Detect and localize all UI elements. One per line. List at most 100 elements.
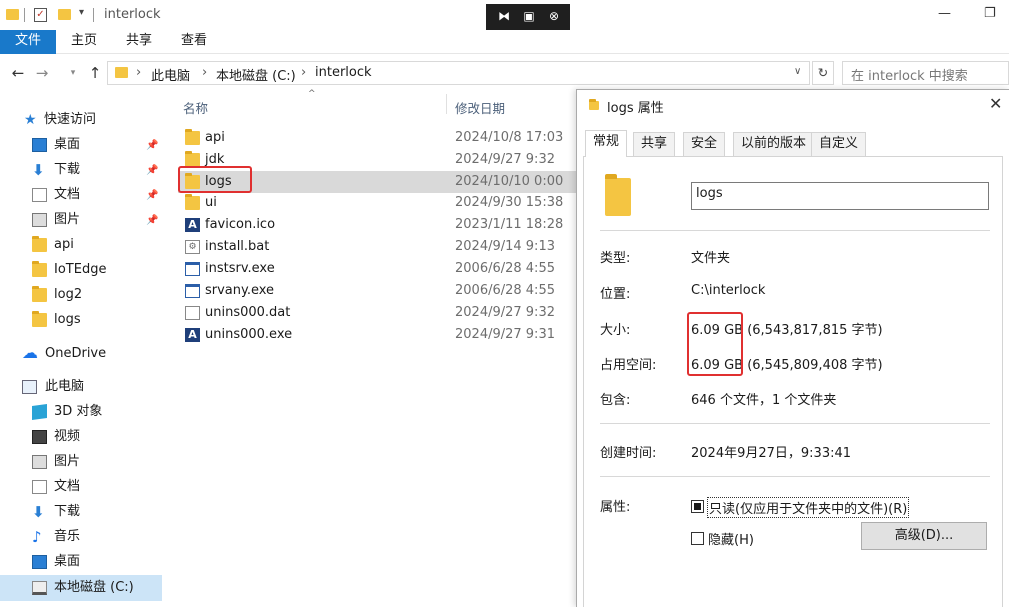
divider xyxy=(600,423,990,424)
tab-previous-versions[interactable]: 以前的版本 xyxy=(733,132,815,156)
download-icon: ⬇ xyxy=(32,503,45,521)
up-icon[interactable]: ↑ xyxy=(85,64,105,82)
tab-general[interactable]: 常规 xyxy=(585,130,628,157)
sidebar-item-onedrive[interactable]: ☁ OneDrive xyxy=(22,343,162,365)
hidden-label[interactable]: 隐藏(H) xyxy=(708,529,754,548)
sidebar-item-desktop[interactable]: 桌面 xyxy=(32,134,162,156)
title-bar: ✓ ▾ interlock ⧓ ▣ ⊗ — ❐ xyxy=(0,0,1009,31)
contains-value: 646 个文件，1 个文件夹 xyxy=(691,393,837,408)
sidebar-item-log2[interactable]: log2 xyxy=(32,284,162,306)
sidebar-item-music[interactable]: ♪ 音乐 xyxy=(32,526,162,548)
sidebar-item-downloads[interactable]: ⬇ 下载 xyxy=(32,159,162,181)
sidebar-item-pc-downloads[interactable]: ⬇ 下载 xyxy=(32,501,162,523)
folder-icon xyxy=(185,194,200,210)
file-row-api[interactable]: api 2024/10/8 17:03 xyxy=(178,127,576,149)
pin-icon[interactable]: 📌 xyxy=(146,165,158,176)
folder-icon xyxy=(185,151,200,167)
back-icon[interactable]: ← xyxy=(8,64,28,82)
folder-name-field[interactable]: logs xyxy=(691,182,989,210)
folder-icon xyxy=(6,9,19,20)
readonly-checkbox[interactable] xyxy=(691,500,704,513)
tab-sharing[interactable]: 共享 xyxy=(633,132,676,156)
contains-label: 包含: xyxy=(600,393,631,408)
sidebar-item-3d-objects[interactable]: 3D 对象 xyxy=(32,401,162,423)
app-icon: A xyxy=(185,218,200,232)
tab-customize[interactable]: 自定义 xyxy=(811,132,867,156)
advanced-button[interactable]: 高级(D)... xyxy=(861,522,987,550)
chevron-right-icon[interactable]: › xyxy=(136,65,141,80)
sidebar-item-api[interactable]: api xyxy=(32,234,162,256)
pin-icon[interactable]: 📌 xyxy=(146,190,158,201)
properties-quick-icon[interactable]: ✓ xyxy=(34,8,47,22)
video-icon xyxy=(32,430,47,444)
tab-home[interactable]: 主页 xyxy=(59,30,109,54)
sidebar-item-documents[interactable]: 文档 xyxy=(32,184,162,206)
window-title: interlock xyxy=(104,7,161,22)
file-row-unins-dat[interactable]: unins000.dat 2024/9/27 9:32 xyxy=(178,302,576,324)
address-row: ← → ▾ ↑ › 此电脑 › 本地磁盘 (C:) › interlock ∨ … xyxy=(0,58,1009,88)
column-header-name[interactable]: 名称 xyxy=(183,98,208,117)
chevron-right-icon[interactable]: › xyxy=(202,65,207,80)
readonly-label[interactable]: 只读(仅应用于文件夹中的文件)(R) xyxy=(707,497,910,518)
location-label: 位置: xyxy=(600,287,631,302)
hidden-checkbox[interactable] xyxy=(691,532,704,545)
refresh-button[interactable]: ↻ xyxy=(812,61,834,85)
chevron-down-icon[interactable]: ∨ xyxy=(794,66,801,77)
folder-icon xyxy=(605,174,631,216)
sidebar-item-videos[interactable]: 视频 xyxy=(32,426,162,448)
type-value: 文件夹 xyxy=(691,251,731,266)
file-row-ui[interactable]: ui 2024/9/30 15:38 xyxy=(178,192,576,214)
separator xyxy=(24,8,25,22)
breadcrumb-this-pc[interactable]: 此电脑 xyxy=(151,65,190,84)
breadcrumb-local-disk[interactable]: 本地磁盘 (C:) xyxy=(216,65,296,84)
navigation-pane: ★ 快速访问 桌面 📌 ⬇ 下载 📌 文档 📌 图片 📌 api IoTEdge… xyxy=(0,104,170,607)
file-row-favicon[interactable]: A favicon.ico 2023/1/11 18:28 xyxy=(178,214,576,236)
new-folder-quick-icon[interactable] xyxy=(58,9,71,20)
tab-share[interactable]: 共享 xyxy=(114,30,164,54)
close-icon[interactable]: ✕ xyxy=(989,94,1002,113)
sidebar-item-logs[interactable]: logs xyxy=(32,309,162,331)
pin-icon[interactable]: 📌 xyxy=(146,140,158,151)
folder-icon xyxy=(32,311,47,327)
column-divider[interactable] xyxy=(446,94,447,114)
sidebar-item-pc-pictures[interactable]: 图片 xyxy=(32,451,162,473)
recent-locations-icon[interactable]: ▾ xyxy=(63,68,83,78)
sidebar-item-pictures[interactable]: 图片 xyxy=(32,209,162,231)
properties-dialog: logs 属性 ✕ 常规 共享 安全 以前的版本 自定义 logs 类型: 文件… xyxy=(576,89,1009,607)
close-remote-icon[interactable]: ⊗ xyxy=(546,9,562,23)
column-header-modified[interactable]: 修改日期 xyxy=(455,98,505,117)
tab-file[interactable]: 文件 xyxy=(0,30,56,54)
breadcrumb-interlock[interactable]: interlock xyxy=(315,65,372,80)
chevron-right-icon[interactable]: › xyxy=(301,65,306,80)
pin-toolbar-icon[interactable]: ⧓ xyxy=(496,9,512,23)
address-bar[interactable]: › 此电脑 › 本地磁盘 (C:) › interlock ∨ xyxy=(107,61,810,85)
drive-icon xyxy=(32,581,47,595)
file-row-srvany[interactable]: srvany.exe 2006/6/28 4:55 xyxy=(178,280,576,302)
sidebar-item-local-disk[interactable]: 本地磁盘 (C:) xyxy=(32,577,162,599)
customize-quick-access-icon[interactable]: ▾ xyxy=(79,7,84,18)
created-label: 创建时间: xyxy=(600,446,657,461)
attributes-label: 属性: xyxy=(600,500,631,515)
file-row-instsrv[interactable]: instsrv.exe 2006/6/28 4:55 xyxy=(178,258,576,280)
gear-file-icon: ⚙ xyxy=(185,240,200,254)
picture-icon xyxy=(32,455,47,469)
restore-remote-icon[interactable]: ▣ xyxy=(521,9,537,23)
file-row-install-bat[interactable]: ⚙ install.bat 2024/9/14 9:13 xyxy=(178,236,576,258)
search-input[interactable]: 在 interlock 中搜索 xyxy=(842,61,1009,85)
restore-icon[interactable]: ❐ xyxy=(984,6,996,21)
app-icon: A xyxy=(185,328,200,342)
tab-view[interactable]: 查看 xyxy=(169,30,219,54)
tab-security[interactable]: 安全 xyxy=(683,132,726,156)
type-label: 类型: xyxy=(600,251,631,266)
sidebar-item-pc-desktop[interactable]: 桌面 xyxy=(32,551,162,573)
minimize-icon[interactable]: — xyxy=(938,6,951,21)
forward-icon[interactable]: → xyxy=(32,64,52,82)
sidebar-item-iotedge[interactable]: IoTEdge xyxy=(32,259,162,281)
sidebar-item-this-pc[interactable]: 此电脑 xyxy=(22,376,162,398)
blank-file-icon xyxy=(185,306,200,320)
sidebar-item-quick-access[interactable]: ★ 快速访问 xyxy=(24,109,164,131)
dialog-title: logs 属性 xyxy=(607,101,664,116)
pin-icon[interactable]: 📌 xyxy=(146,215,158,226)
sidebar-item-pc-documents[interactable]: 文档 xyxy=(32,476,162,498)
file-row-unins-exe[interactable]: A unins000.exe 2024/9/27 9:31 xyxy=(178,324,576,346)
